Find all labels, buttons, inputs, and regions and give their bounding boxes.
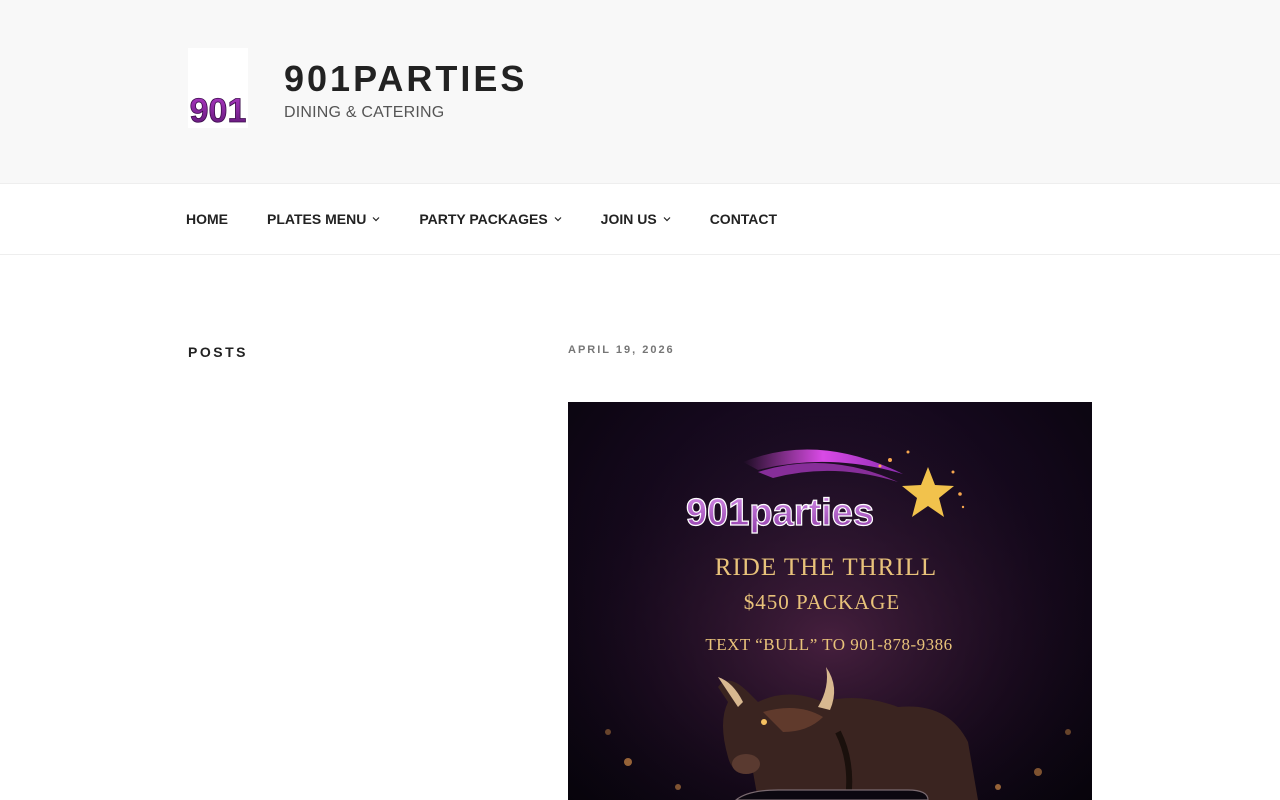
promo-cta: TEXT “BULL” TO 901-878-9386: [705, 635, 952, 654]
promo-bottom-badge: [735, 789, 929, 800]
nav-item-home[interactable]: HOME: [186, 211, 228, 227]
nav-item-join-us[interactable]: JOIN US: [601, 211, 671, 227]
logo-image: 901: [189, 92, 247, 128]
chevron-down-icon: [372, 217, 380, 222]
post-date-link[interactable]: APRIL 19, 2026: [568, 344, 675, 356]
nav-item-label: PARTY PACKAGES: [419, 211, 548, 227]
promo-headline: RIDE THE THRILL: [715, 554, 937, 581]
posts-heading: POSTS: [188, 344, 248, 360]
nav-item-label: JOIN US: [600, 211, 657, 227]
nav-item-label: CONTACT: [709, 211, 778, 227]
site-logo[interactable]: 901: [188, 48, 248, 128]
chevron-down-icon: [554, 217, 562, 222]
nav-list: HOME PLATES MENU PARTY PACKAGES JOIN US …: [186, 184, 816, 254]
nav-item-plates-menu[interactable]: PLATES MENU: [267, 211, 380, 227]
chevron-down-icon: [663, 217, 671, 222]
promo-price: $450 PACKAGE: [744, 590, 901, 614]
promo-graphic: 901parties RIDE THE THRILL $450 PACKAGE …: [568, 402, 1092, 800]
nav-item-label: PLATES MENU: [267, 211, 367, 227]
site-tagline: DINING & CATERING: [284, 104, 445, 121]
nav-item-contact[interactable]: CONTACT: [710, 211, 777, 227]
post-featured-image[interactable]: 901parties RIDE THE THRILL $450 PACKAGE …: [568, 402, 1092, 800]
nav-item-party-packages[interactable]: PARTY PACKAGES: [419, 211, 562, 227]
promo-brand: 901parties: [686, 492, 874, 534]
nav-item-label: HOME: [186, 211, 228, 227]
site-title[interactable]: 901PARTIES: [284, 58, 527, 100]
logo-text: 901: [190, 92, 247, 128]
main-navigation: HOME PLATES MENU PARTY PACKAGES JOIN US …: [0, 184, 1280, 255]
site-header: 901 901PARTIES DINING & CATERING: [0, 0, 1280, 184]
